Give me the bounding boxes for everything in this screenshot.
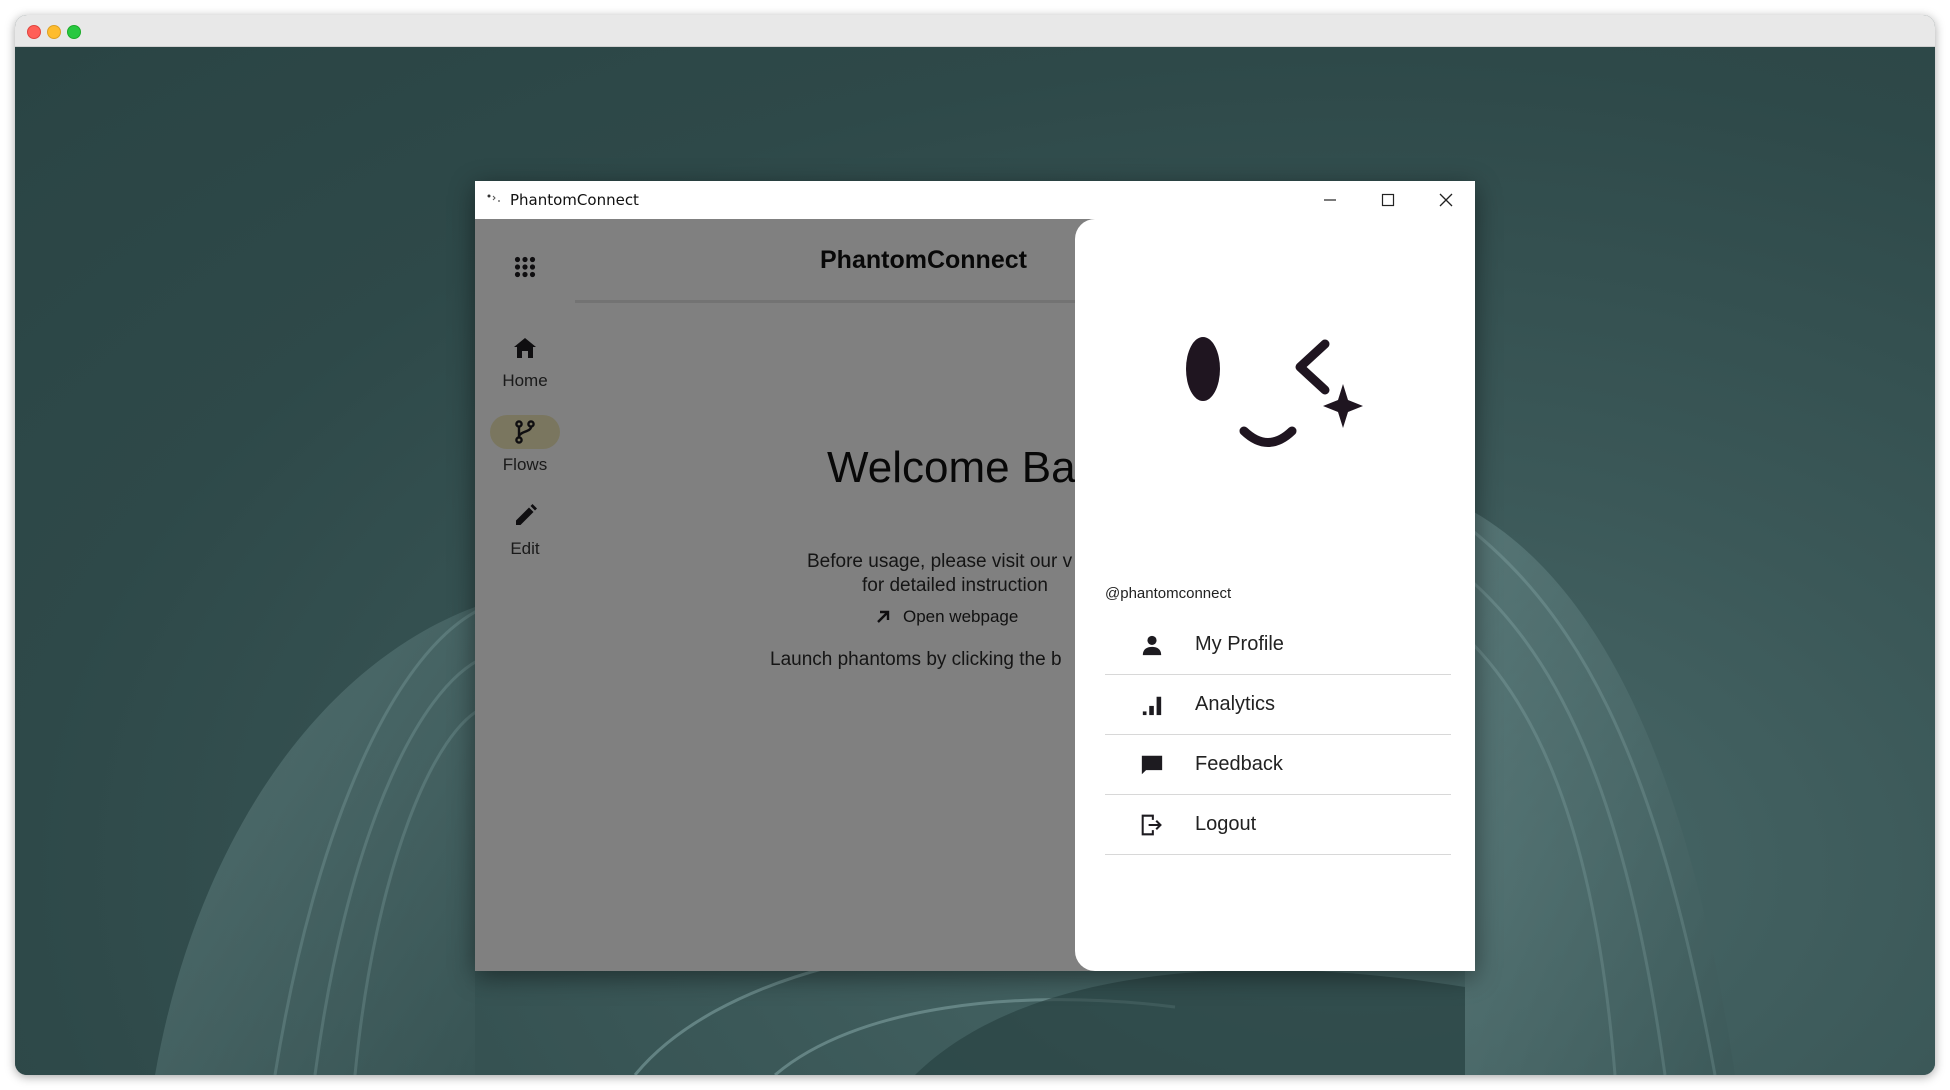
person-icon (1142, 635, 1162, 655)
minimize-icon (1324, 199, 1336, 201)
menu-item-feedback[interactable]: Feedback (1105, 735, 1451, 795)
menu-item-analytics[interactable]: Analytics (1105, 675, 1451, 735)
menu-item-my-profile[interactable]: My Profile (1105, 615, 1451, 675)
user-handle: @phantomconnect (1105, 585, 1232, 602)
close-traffic-light[interactable] (27, 25, 41, 39)
app-titlebar: PhantomConnect (475, 181, 1475, 219)
profile-drawer: @phantomconnect My Profile Analytics Fee… (1075, 219, 1475, 971)
bar-chart-icon (1142, 696, 1162, 715)
menu-label-feedback: Feedback (1195, 753, 1283, 775)
app-logo-icon (487, 194, 500, 202)
desktop-wallpaper: PhantomConnect Home Flows Edit PhantomCo… (15, 47, 1935, 1075)
logout-icon (1141, 814, 1162, 835)
zoom-traffic-light[interactable] (67, 25, 81, 39)
mac-window: PhantomConnect Home Flows Edit PhantomCo… (15, 15, 1935, 1075)
minimize-traffic-light[interactable] (47, 25, 61, 39)
chat-icon (1141, 755, 1163, 774)
window-minimize-button[interactable] (1301, 181, 1359, 219)
menu-label-logout: Logout (1195, 813, 1257, 835)
profile-menu: My Profile Analytics Feedback Logout (1105, 615, 1451, 855)
window-maximize-button[interactable] (1359, 181, 1417, 219)
window-title: PhantomConnect (510, 191, 639, 209)
maximize-icon (1381, 193, 1395, 207)
wink-face-logo (1186, 337, 1363, 447)
app-body: Home Flows Edit PhantomConnect Welcome B… (475, 219, 1475, 971)
menu-label-my-profile: My Profile (1195, 633, 1284, 655)
menu-label-analytics: Analytics (1195, 693, 1276, 715)
close-icon (1439, 193, 1453, 207)
mac-titlebar (15, 15, 1935, 47)
window-close-button[interactable] (1417, 181, 1475, 219)
menu-item-logout[interactable]: Logout (1105, 795, 1451, 855)
app-window: PhantomConnect Home Flows Edit PhantomCo… (475, 181, 1475, 971)
